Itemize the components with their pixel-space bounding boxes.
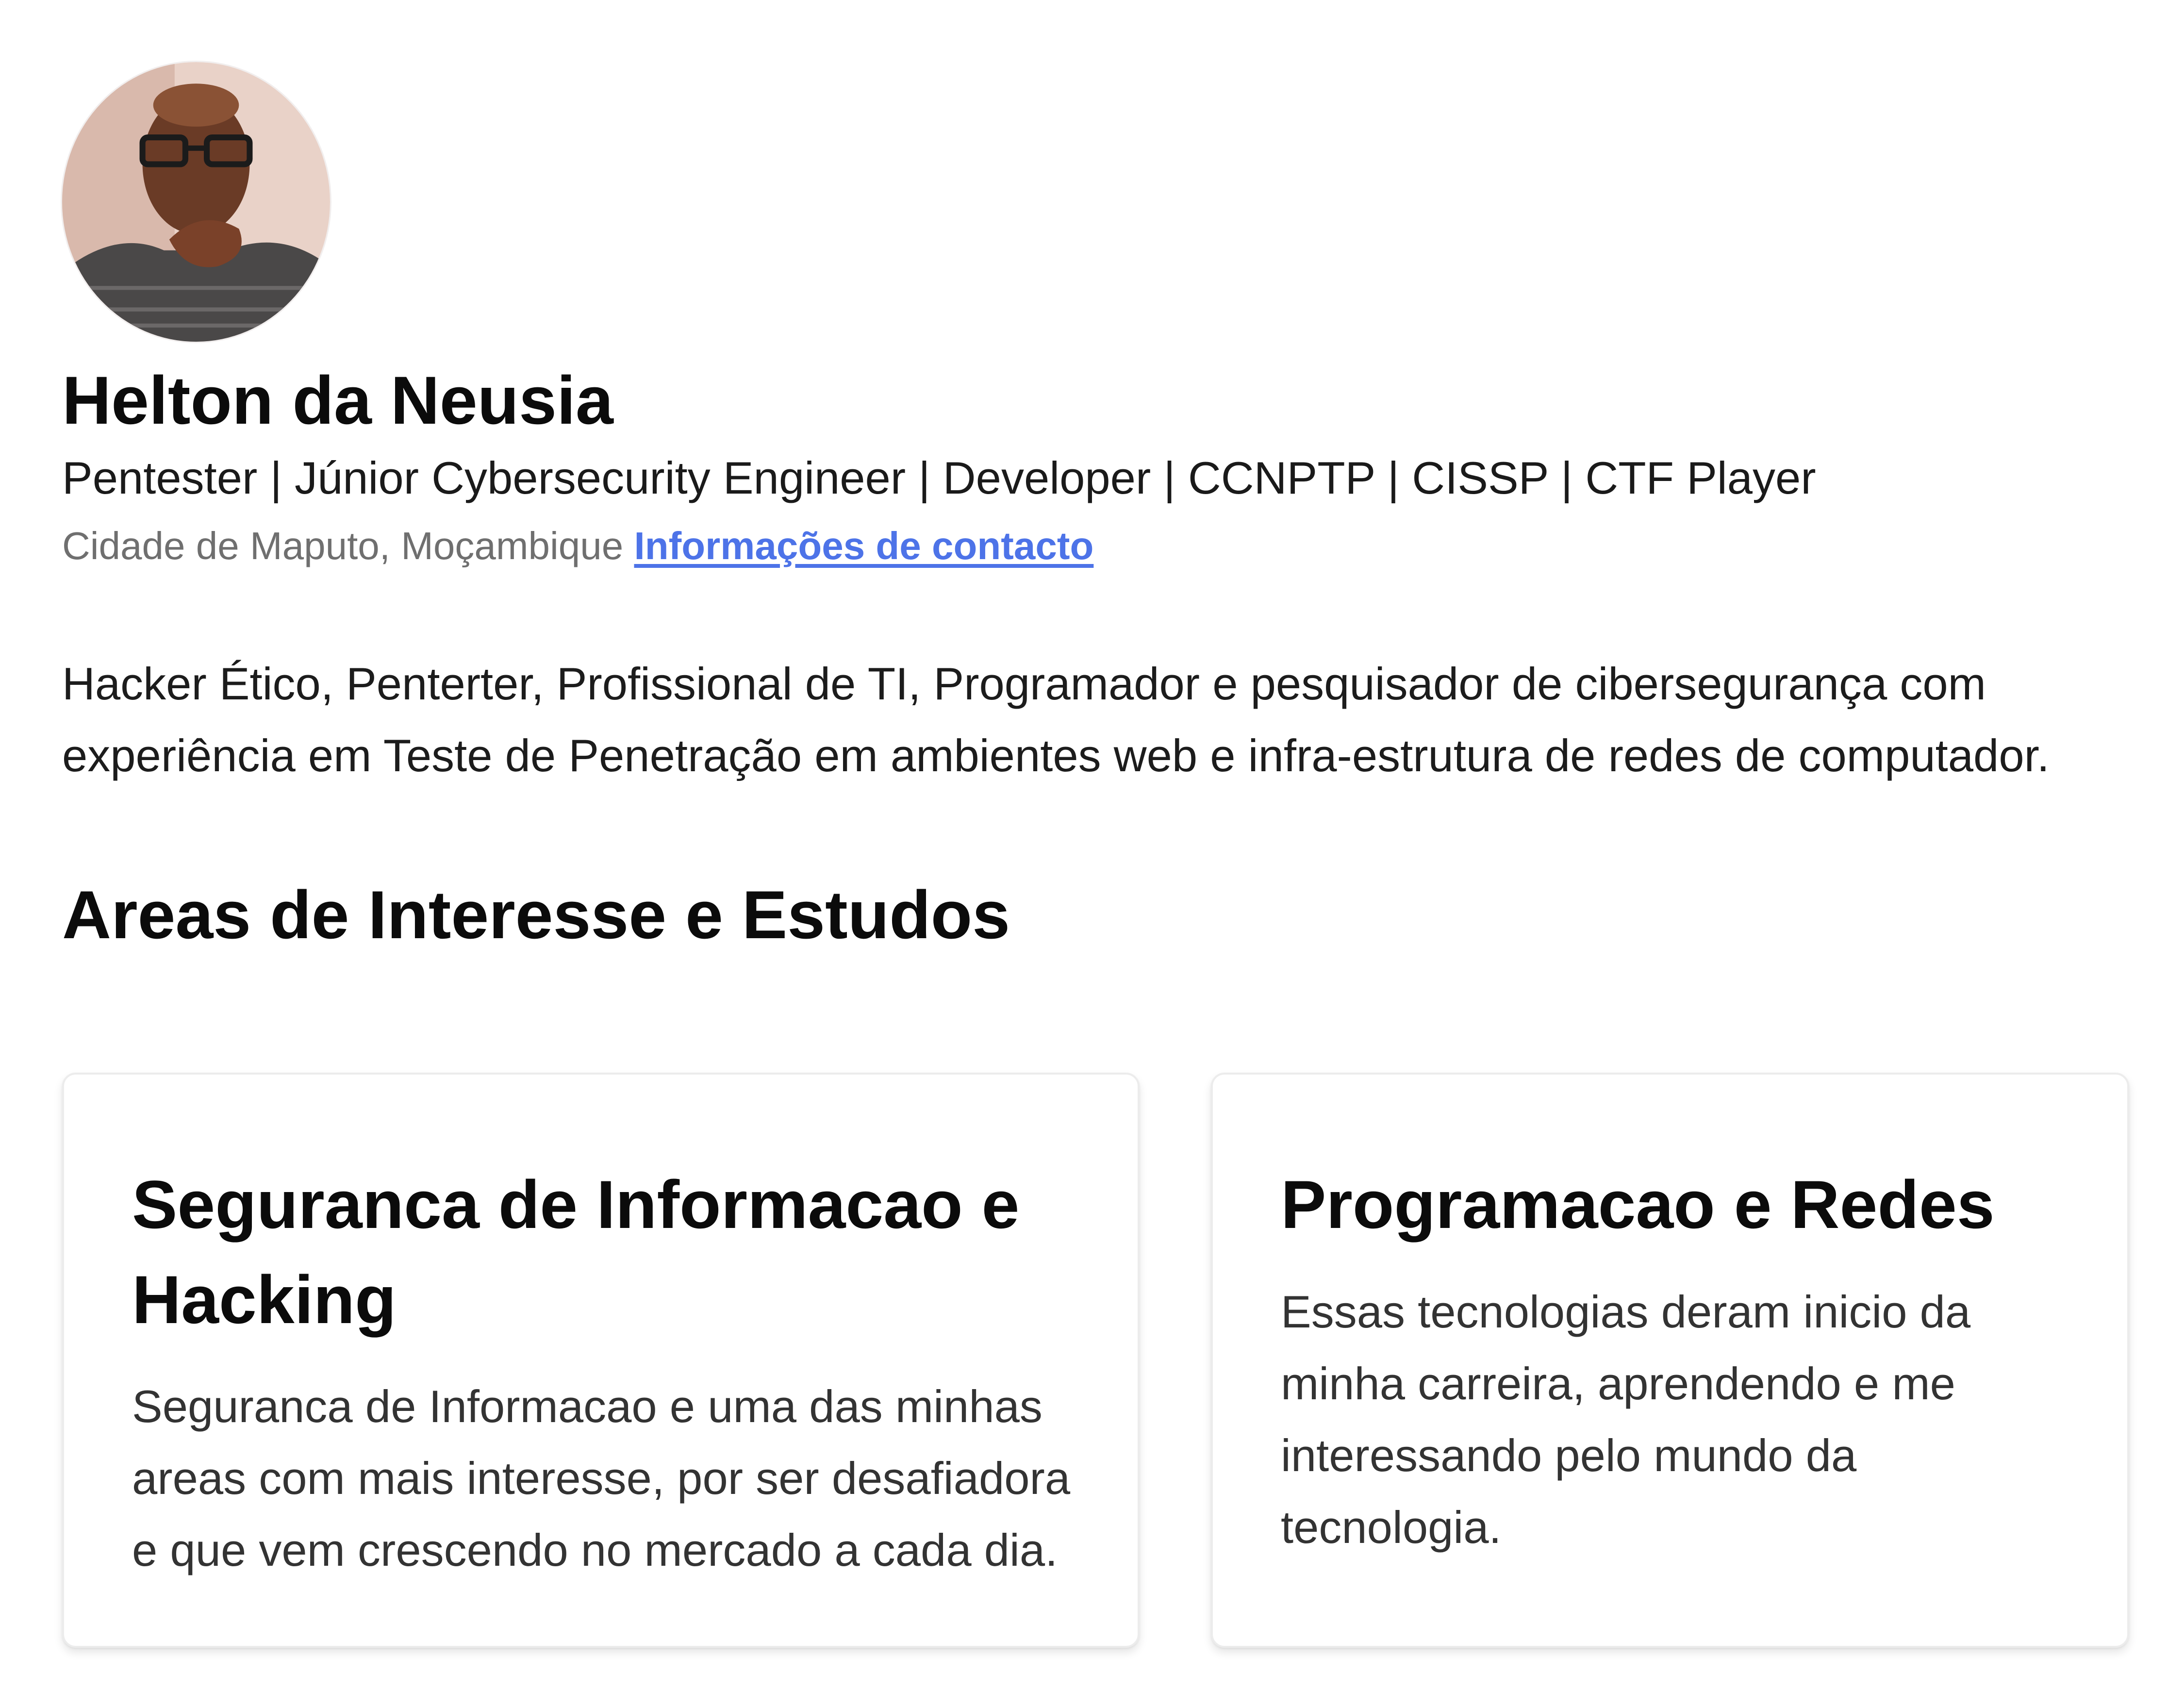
profile-bio: Hacker Ético, Penterter, Profissional de… xyxy=(62,658,2050,781)
profile-name: Helton da Neusia xyxy=(62,362,613,438)
interests-section-title: Areas de Interesse e Estudos xyxy=(62,877,1010,953)
avatar-photo xyxy=(62,62,330,342)
profile-avatar[interactable] xyxy=(62,62,330,342)
interest-card-title: Seguranca de Informacao e Hacking xyxy=(132,1166,1020,1338)
profile-headline: Pentester | Júnior Cybersecurity Enginee… xyxy=(62,452,1816,503)
interest-card-title: Programacao e Redes xyxy=(1281,1166,1995,1243)
interest-card-text: Essas tecnologias deram inicio da minha … xyxy=(1281,1286,1971,1553)
contact-info-link[interactable]: Informações de contacto xyxy=(634,524,1093,567)
interest-card-security: Seguranca de Informacao e Hacking Segura… xyxy=(62,1073,1140,1648)
profile-location-line: Cidade de Maputo, Moçambique Informações… xyxy=(62,519,1093,573)
interest-card-text: Seguranca de Informacao e uma das minhas… xyxy=(132,1381,1071,1575)
profile-location: Cidade de Maputo, Moçambique xyxy=(62,524,624,567)
interest-card-programming: Programacao e Redes Essas tecnologias de… xyxy=(1211,1073,2129,1648)
